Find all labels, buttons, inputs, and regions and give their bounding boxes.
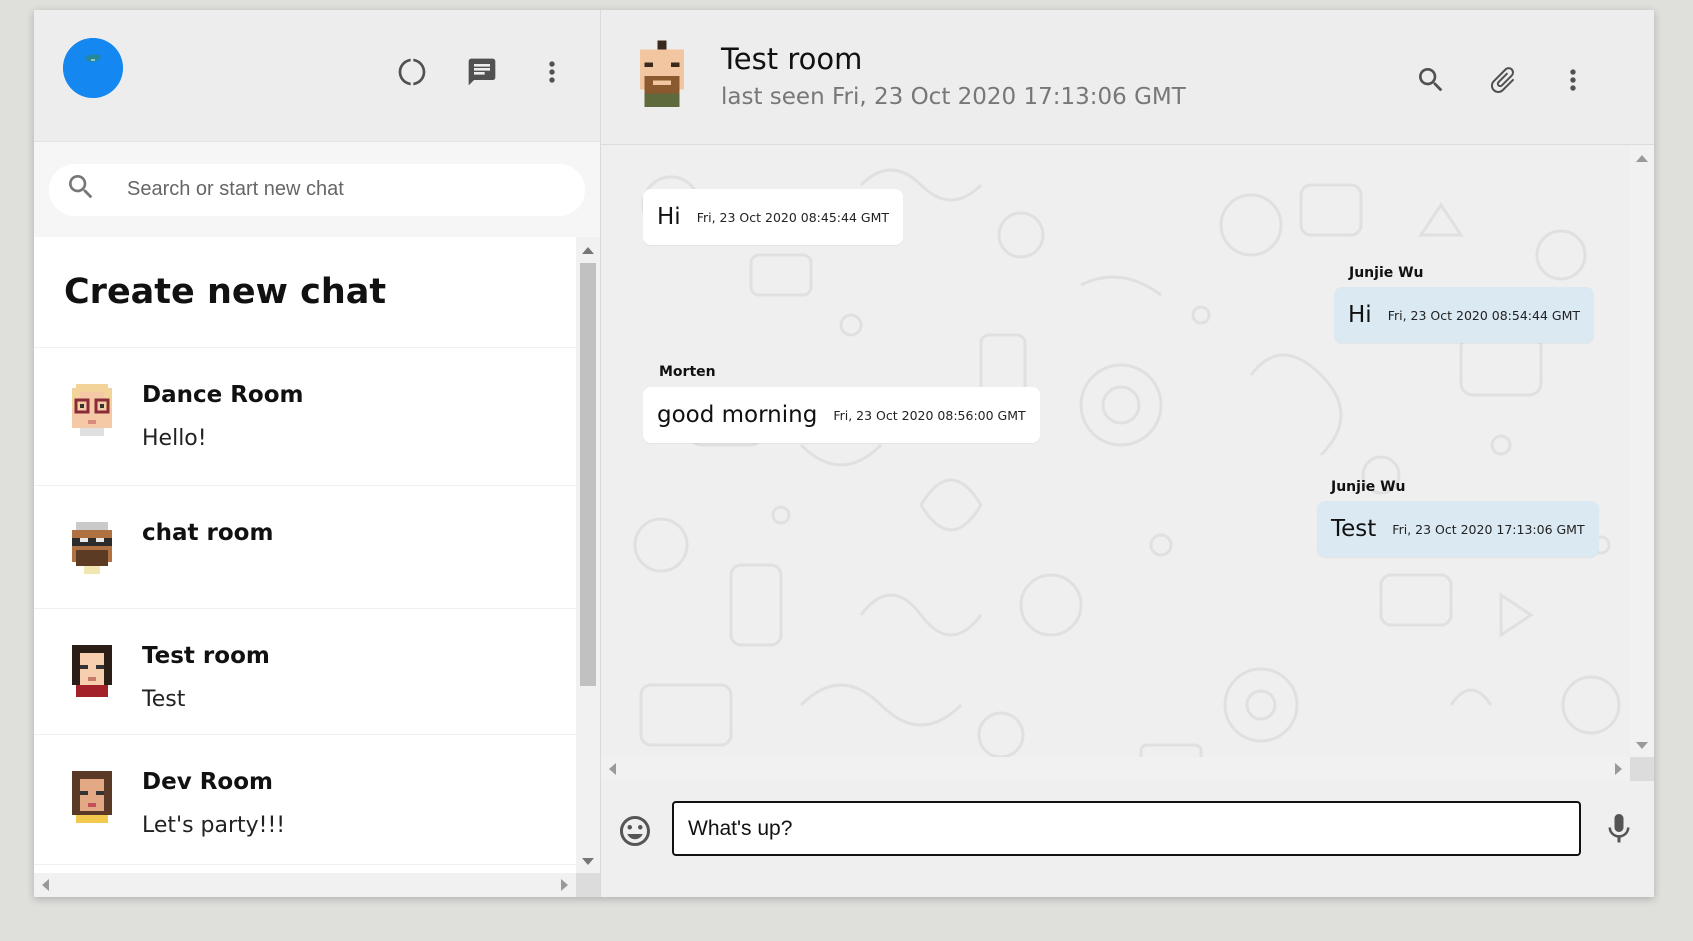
scroll-down-arrow-icon[interactable]: [582, 858, 594, 865]
chat-app-window: Create new chat: [34, 10, 1654, 897]
chat-name: Test room: [142, 643, 270, 669]
chat-list-item[interactable]: Dev Room Let's party!!!: [34, 735, 576, 865]
create-new-chat-label: Create new chat: [64, 272, 387, 312]
scroll-left-arrow-icon[interactable]: [42, 879, 49, 891]
sidebar: Create new chat: [34, 10, 601, 897]
message-bubble-outgoing: Hi Fri, 23 Oct 2020 08:54:44 GMT: [1334, 287, 1594, 343]
messages-horizontal-scrollbar[interactable]: [601, 757, 1630, 781]
messages-vertical-scrollbar[interactable]: [1630, 145, 1654, 757]
search-input[interactable]: [127, 178, 585, 201]
message-timestamp: Fri, 23 Oct 2020 17:13:06 GMT: [1392, 521, 1585, 537]
message-text: Hi: [657, 204, 681, 230]
microphone-icon[interactable]: [1601, 811, 1637, 849]
chat-last-message: Hello!: [142, 426, 207, 451]
chat-list-item[interactable]: Dance Room Hello!: [34, 348, 576, 486]
new-chat-message-icon[interactable]: [464, 54, 500, 90]
room-title: Test room: [721, 42, 863, 76]
scrollbar-thumb[interactable]: [580, 263, 596, 686]
scroll-up-arrow-icon[interactable]: [582, 247, 594, 254]
search-icon[interactable]: [1413, 62, 1449, 98]
search-box: [49, 163, 585, 216]
pixel-avatar-icon: [64, 641, 120, 697]
more-vertical-icon[interactable]: [534, 54, 570, 90]
message-timestamp: Fri, 23 Oct 2020 08:54:44 GMT: [1387, 307, 1580, 323]
scrollbar-corner: [1630, 757, 1654, 781]
scroll-up-arrow-icon[interactable]: [1636, 155, 1648, 162]
message-text: Test: [1331, 516, 1377, 542]
pixel-avatar-icon: [64, 380, 120, 436]
message-input[interactable]: [672, 801, 1581, 856]
status-ring-icon[interactable]: [394, 54, 430, 90]
message-bubble-incoming: good morning Fri, 23 Oct 2020 08:56:00 G…: [643, 387, 1040, 443]
emoji-icon[interactable]: [617, 813, 653, 849]
message-sender: Junjie Wu: [1331, 479, 1406, 495]
sidebar-vertical-scrollbar[interactable]: [576, 237, 600, 873]
message-bubble-outgoing: Test Fri, 23 Oct 2020 17:13:06 GMT: [1317, 501, 1599, 557]
message-text: Hi: [1348, 302, 1372, 328]
chat-list: Create new chat Dance Room Hello! chat r…: [34, 237, 576, 873]
messages-area: Hi Fri, 23 Oct 2020 08:45:44 GMT Junjie …: [601, 145, 1654, 781]
last-seen-status: last seen Fri, 23 Oct 2020 17:13:06 GMT: [721, 84, 1186, 110]
scroll-right-arrow-icon[interactable]: [561, 879, 568, 891]
chat-name: chat room: [142, 520, 274, 546]
chat-list-item[interactable]: chat room: [34, 486, 576, 609]
search-bar: [34, 142, 600, 237]
message-sender: Morten: [659, 364, 716, 380]
pixel-avatar-icon: [64, 518, 120, 574]
message-timestamp: Fri, 23 Oct 2020 08:56:00 GMT: [833, 407, 1026, 423]
chat-list-item[interactable]: Test room Test: [34, 609, 576, 735]
room-avatar[interactable]: [631, 40, 693, 112]
message-composer: [601, 781, 1654, 897]
sidebar-header: [34, 10, 600, 142]
scroll-right-arrow-icon[interactable]: [1615, 763, 1622, 775]
chat-last-message: Test: [142, 687, 186, 712]
create-new-chat[interactable]: Create new chat: [34, 237, 576, 348]
scrollbar-corner: [576, 873, 600, 897]
chat-header: Test room last seen Fri, 23 Oct 2020 17:…: [601, 10, 1654, 145]
message-timestamp: Fri, 23 Oct 2020 08:45:44 GMT: [696, 209, 889, 225]
profile-avatar[interactable]: [63, 38, 123, 98]
chat-panel: Test room last seen Fri, 23 Oct 2020 17:…: [601, 10, 1654, 897]
scroll-left-arrow-icon[interactable]: [609, 763, 616, 775]
chat-list-container: Create new chat Dance Room Hello! chat r…: [34, 237, 600, 897]
chat-name: Dance Room: [142, 382, 304, 408]
chat-last-message: Let's party!!!: [142, 813, 286, 838]
message-text: good morning: [657, 402, 818, 428]
paperclip-icon[interactable]: [1485, 62, 1521, 98]
scroll-down-arrow-icon[interactable]: [1636, 742, 1648, 749]
message-bubble-incoming: Hi Fri, 23 Oct 2020 08:45:44 GMT: [643, 189, 903, 245]
search-icon: [65, 171, 97, 208]
sidebar-horizontal-scrollbar[interactable]: [34, 873, 576, 897]
message-sender: Junjie Wu: [1349, 265, 1424, 281]
pixel-avatar-icon: [64, 767, 120, 823]
more-vertical-icon[interactable]: [1555, 62, 1591, 98]
chat-name: Dev Room: [142, 769, 273, 795]
